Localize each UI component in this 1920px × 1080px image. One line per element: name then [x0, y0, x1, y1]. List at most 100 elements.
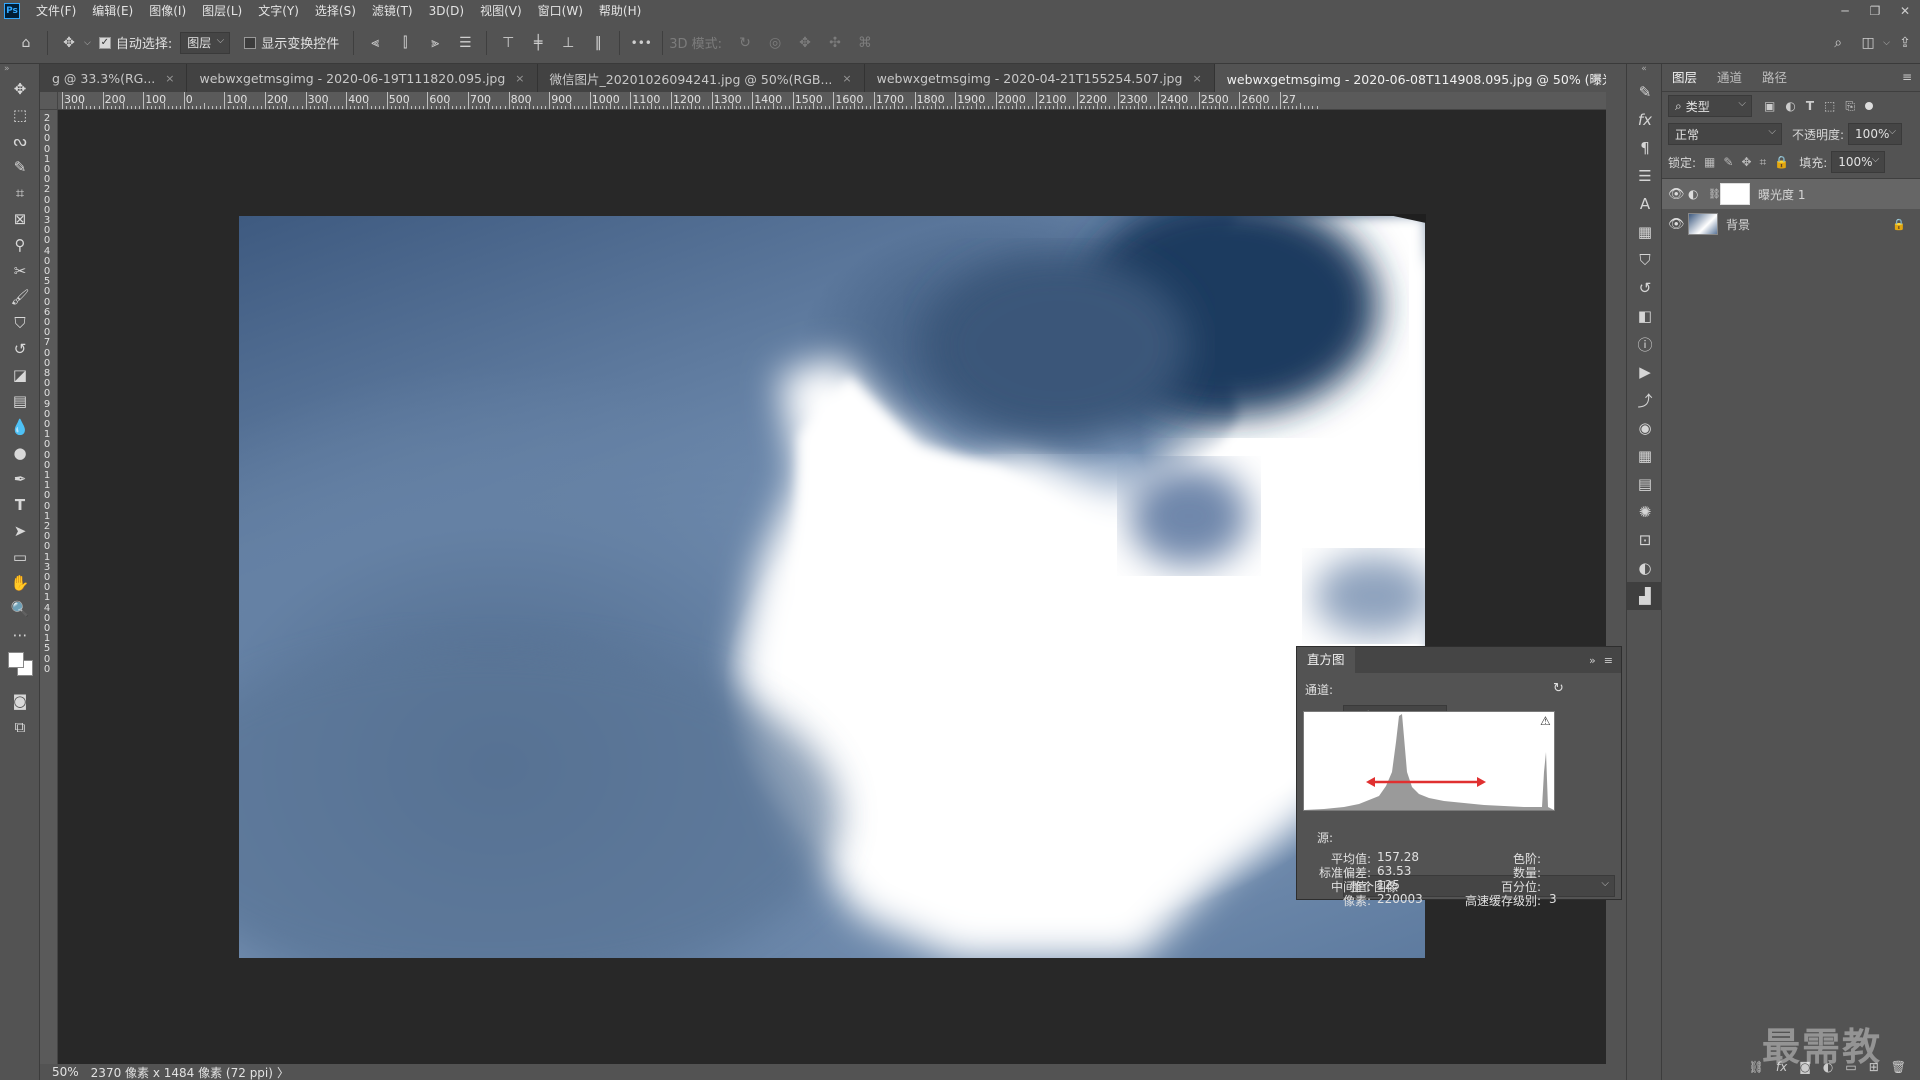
3d-roll-icon[interactable]: ◎: [763, 31, 787, 55]
lock-artboard-icon[interactable]: ⌗: [1760, 155, 1767, 170]
path-select-tool-icon[interactable]: ➤: [0, 518, 40, 544]
eyedropper-tool-icon[interactable]: ⚲: [0, 232, 40, 258]
align-top-icon[interactable]: ⊤: [496, 31, 520, 55]
panel-menu-icon[interactable]: ≡: [1604, 654, 1613, 667]
opacity-input[interactable]: 100%: [1848, 123, 1903, 145]
auto-select-dropdown[interactable]: 图层: [180, 31, 231, 54]
paragraph-icon[interactable]: ¶: [1627, 134, 1663, 162]
filter-type-icon[interactable]: T: [1806, 99, 1814, 113]
layer-mask-thumbnail[interactable]: [1720, 183, 1750, 205]
close-tab-icon[interactable]: ×: [842, 72, 851, 85]
zoom-tool-icon[interactable]: 🔍: [0, 596, 40, 622]
hand-tool-icon[interactable]: ✋: [0, 570, 40, 596]
menu-item[interactable]: 窗口(W): [530, 0, 591, 22]
menu-item[interactable]: 文件(F): [28, 0, 84, 22]
filter-toggle-icon[interactable]: [1864, 102, 1873, 110]
ruler-origin[interactable]: [40, 92, 58, 110]
3d-slide-icon[interactable]: ✣: [823, 31, 847, 55]
swatches-icon[interactable]: ▦: [1627, 218, 1663, 246]
menu-item[interactable]: 文字(Y): [250, 0, 307, 22]
eraser-tool-icon[interactable]: ◪: [0, 362, 40, 388]
3d-pan-icon[interactable]: ✥: [793, 31, 817, 55]
menu-item[interactable]: 滤镜(T): [364, 0, 421, 22]
lock-pixels-icon[interactable]: ✎: [1723, 155, 1733, 169]
document-image[interactable]: [239, 216, 1425, 958]
document-tab[interactable]: g @ 33.3%(RG... ×: [40, 64, 188, 92]
quick-mask-icon[interactable]: ◙: [0, 688, 40, 714]
lasso-tool-icon[interactable]: ᔓ: [0, 128, 40, 154]
layer-row-exposure[interactable]: 👁 ◐ ⛓ 曝光度 1: [1662, 179, 1920, 209]
clone-source-icon[interactable]: ⛉: [1627, 246, 1663, 274]
quick-select-tool-icon[interactable]: ✎: [0, 154, 40, 180]
refresh-icon[interactable]: ↻: [1553, 681, 1564, 696]
crop-tool-icon[interactable]: ⌗: [0, 180, 40, 206]
properties-icon[interactable]: ⊡: [1627, 526, 1663, 554]
workspace-icon[interactable]: ◫: [1856, 31, 1880, 55]
menu-item[interactable]: 图层(L): [194, 0, 250, 22]
menu-item[interactable]: 编辑(E): [84, 0, 141, 22]
history-icon[interactable]: ↺: [1627, 274, 1663, 302]
panel-menu-icon[interactable]: ≡: [1902, 70, 1912, 84]
move-tool-icon[interactable]: ✥: [57, 31, 81, 55]
minimize-icon[interactable]: ─: [1830, 0, 1860, 22]
filter-adjustment-icon[interactable]: ◐: [1785, 99, 1795, 113]
chevron-down-icon[interactable]: ⌵: [1883, 38, 1890, 48]
color-swatches[interactable]: [0, 648, 39, 688]
fx-icon[interactable]: fx: [1627, 106, 1663, 134]
distribute-v-icon[interactable]: ‖: [586, 31, 610, 55]
table-icon[interactable]: ▦: [1627, 442, 1663, 470]
status-arrow-icon[interactable]: 〉: [277, 1064, 289, 1080]
tab-channels[interactable]: 通道: [1707, 64, 1752, 92]
search-icon[interactable]: ⌕: [1826, 31, 1850, 55]
align-bottom-icon[interactable]: ⊥: [556, 31, 580, 55]
tab-paths[interactable]: 路径: [1752, 64, 1797, 92]
warning-icon[interactable]: ⚠: [1540, 714, 1551, 728]
lock-all-icon[interactable]: 🔒: [1774, 155, 1789, 169]
stamp-tool-icon[interactable]: ⛉: [0, 310, 40, 336]
histogram-title[interactable]: 直方图: [1297, 647, 1355, 673]
collapse-icon[interactable]: »: [0, 64, 39, 76]
align-center-h-icon[interactable]: ⫿: [393, 31, 417, 55]
history-brush-tool-icon[interactable]: ↺: [0, 336, 40, 362]
distribute-icon[interactable]: ☰: [453, 31, 477, 55]
menu-item[interactable]: 选择(S): [307, 0, 364, 22]
align-right-icon[interactable]: ⫸: [423, 31, 447, 55]
actions-icon[interactable]: ▶: [1627, 358, 1663, 386]
chevron-down-icon[interactable]: ⌵: [84, 38, 91, 48]
adjustments-icon[interactable]: ☰: [1627, 162, 1663, 190]
show-transform-checkbox[interactable]: [244, 36, 257, 49]
document-tab[interactable]: webwxgetmsgimg - 2020-06-19T111820.095.j…: [187, 64, 538, 92]
rectangle-tool-icon[interactable]: ▭: [0, 544, 40, 570]
foreground-color-swatch[interactable]: [8, 652, 24, 668]
auto-select-checkbox[interactable]: ✓: [98, 36, 111, 49]
menu-item[interactable]: 帮助(H): [591, 0, 649, 22]
light-icon[interactable]: ✺: [1627, 498, 1663, 526]
3d-icon[interactable]: ◉: [1627, 414, 1663, 442]
tabs-overflow-icon[interactable]: »: [1593, 64, 1600, 92]
close-tab-icon[interactable]: ×: [1192, 72, 1201, 85]
horizontal-ruler[interactable]: 300 200 100 0 100 200 300 400 500 600 700 800 900 100…: [58, 92, 1606, 110]
link-icon[interactable]: ⛓: [1708, 189, 1721, 200]
document-tab[interactable]: 微信图片_20201026094241.jpg @ 50%(RGB... ×: [537, 64, 865, 92]
screen-mode-icon[interactable]: ⧉: [0, 714, 40, 740]
info-icon[interactable]: ⓘ: [1627, 330, 1663, 358]
color-icon[interactable]: ◧: [1627, 302, 1663, 330]
close-icon[interactable]: ✕: [1890, 0, 1920, 22]
dodge-tool-icon[interactable]: ●: [0, 440, 40, 466]
align-middle-v-icon[interactable]: ╪: [526, 31, 550, 55]
layer-name[interactable]: 曝光度 1: [1758, 186, 1805, 203]
3d-scale-icon[interactable]: ⌘: [853, 31, 877, 55]
layer-name[interactable]: 背景: [1726, 216, 1750, 233]
home-icon[interactable]: ⌂: [14, 31, 38, 55]
document-tab[interactable]: webwxgetmsgimg - 2020-04-21T155254.507.j…: [864, 64, 1215, 92]
character-icon[interactable]: A: [1627, 190, 1663, 218]
filter-pixel-icon[interactable]: ▣: [1764, 99, 1775, 113]
more-options-icon[interactable]: •••: [629, 31, 653, 55]
paths-icon[interactable]: ⤴: [1627, 386, 1663, 414]
close-tab-icon[interactable]: ×: [515, 72, 524, 85]
lock-transparent-icon[interactable]: ▦: [1704, 155, 1715, 169]
type-tool-icon[interactable]: T: [0, 492, 40, 518]
frame-tool-icon[interactable]: ⊠: [0, 206, 40, 232]
tab-layers[interactable]: 图层: [1662, 64, 1707, 92]
align-left-icon[interactable]: ⫷: [363, 31, 387, 55]
